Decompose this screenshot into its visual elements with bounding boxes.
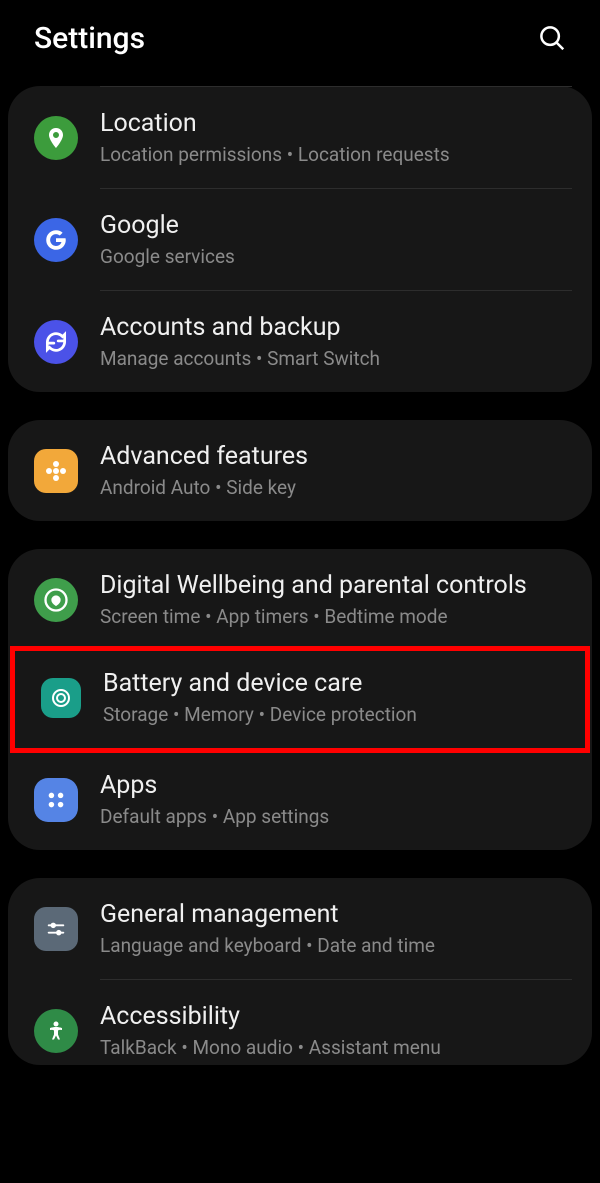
item-title: Advanced features [100,442,572,472]
settings-item-location[interactable]: Location Location permissions • Location… [8,87,592,188]
devicecare-icon [41,678,81,718]
item-subtitle: Screen time • App timers • Bedtime mode [100,605,572,628]
item-subtitle: Storage • Memory • Device protection [103,703,565,726]
item-subtitle: Default apps • App settings [100,805,572,828]
search-icon [537,23,567,53]
item-title: Accounts and backup [100,313,572,343]
search-button[interactable] [534,20,570,56]
flower-icon [34,449,78,493]
highlight-box: Battery and device care Storage • Memory… [10,646,590,753]
settings-group: Digital Wellbeing and parental controls … [8,549,592,850]
settings-item-battery[interactable]: Battery and device care Storage • Memory… [15,651,585,748]
page-title: Settings [34,21,145,56]
settings-item-wellbeing[interactable]: Digital Wellbeing and parental controls … [8,549,592,650]
accessibility-icon [34,1009,78,1053]
item-title: General management [100,900,572,930]
item-title: Apps [100,771,572,801]
item-subtitle: Android Auto • Side key [100,476,572,499]
item-title: Accessibility [100,1002,572,1032]
settings-group: Location Location permissions • Location… [8,86,592,392]
settings-item-accounts[interactable]: Accounts and backup Manage accounts • Sm… [8,291,592,392]
item-subtitle: TalkBack • Mono audio • Assistant menu [100,1036,572,1059]
google-icon [34,218,78,262]
item-title: Digital Wellbeing and parental controls [100,571,572,601]
apps-icon [34,778,78,822]
settings-item-apps[interactable]: Apps Default apps • App settings [8,749,592,850]
item-title: Location [100,109,572,139]
settings-item-advanced[interactable]: Advanced features Android Auto • Side ke… [8,420,592,521]
item-subtitle: Language and keyboard • Date and time [100,934,572,957]
item-subtitle: Location permissions • Location requests [100,143,572,166]
settings-item-google[interactable]: Google Google services [8,189,592,290]
wellbeing-icon [34,578,78,622]
sync-icon [34,320,78,364]
item-subtitle: Google services [100,245,572,268]
settings-group: Advanced features Android Auto • Side ke… [8,420,592,521]
settings-header: Settings [0,0,600,86]
item-title: Battery and device care [103,669,565,699]
settings-item-general[interactable]: General management Language and keyboard… [8,878,592,979]
location-icon [34,116,78,160]
sliders-icon [34,907,78,951]
settings-item-accessibility[interactable]: Accessibility TalkBack • Mono audio • As… [8,980,592,1065]
item-title: Google [100,211,572,241]
item-subtitle: Manage accounts • Smart Switch [100,347,572,370]
settings-group: General management Language and keyboard… [8,878,592,1065]
